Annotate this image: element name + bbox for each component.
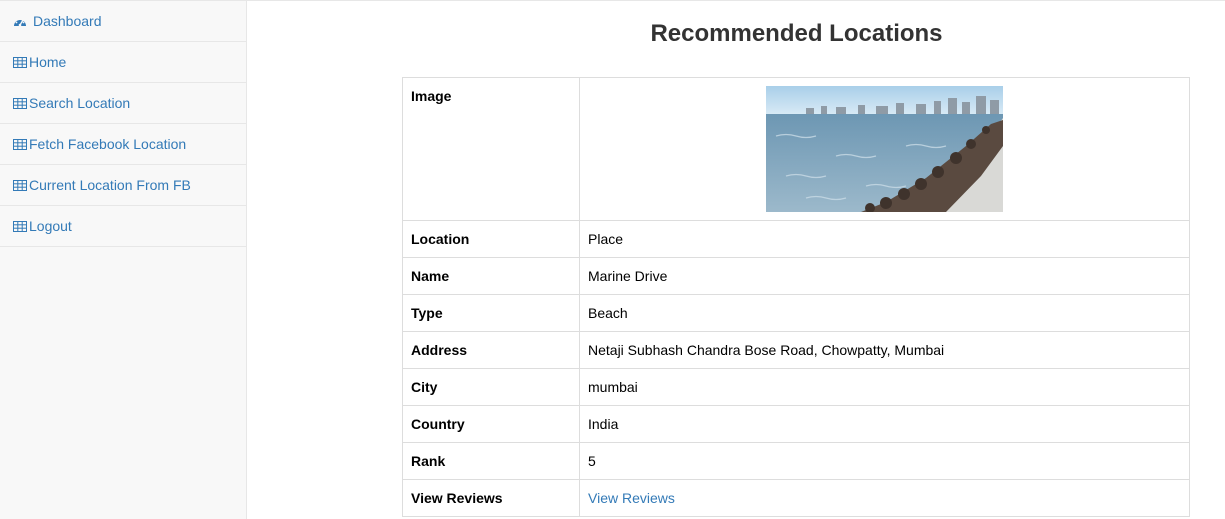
row-value (579, 77, 1190, 221)
sidebar-item-label: Fetch Facebook Location (29, 136, 187, 152)
table-icon (13, 56, 27, 68)
sidebar-item-fetch-facebook-location[interactable]: Fetch Facebook Location (0, 124, 246, 165)
row-label: Location (402, 220, 580, 258)
row-value: Marine Drive (579, 257, 1190, 295)
sidebar-item-label: Home (29, 54, 67, 70)
table-icon (13, 179, 27, 191)
sidebar-item-search-location[interactable]: Search Location (0, 83, 246, 124)
row-value: mumbai (579, 368, 1190, 406)
row-label: City (402, 368, 580, 406)
sidebar-item-logout[interactable]: Logout (0, 206, 246, 247)
row-label: Type (402, 294, 580, 332)
location-photo (766, 86, 1003, 212)
location-details-table: Image Location Place Name Marine Drive T… (402, 77, 1190, 517)
sidebar: Dashboard Home Search Location Fetch Fac… (0, 1, 247, 519)
table-row: View Reviews View Reviews (402, 479, 1190, 517)
row-value: India (579, 405, 1190, 443)
table-row: Rank 5 (402, 442, 1190, 480)
sidebar-item-dashboard[interactable]: Dashboard (0, 1, 246, 42)
row-value: 5 (579, 442, 1190, 480)
table-row: Image (402, 77, 1190, 221)
row-label: Country (402, 405, 580, 443)
table-icon (13, 138, 27, 150)
row-label: Rank (402, 442, 580, 480)
sidebar-item-label: Dashboard (33, 13, 102, 29)
table-row: City mumbai (402, 368, 1190, 406)
row-value: Beach (579, 294, 1190, 332)
row-label: Name (402, 257, 580, 295)
row-label: View Reviews (402, 479, 580, 517)
row-label: Address (402, 331, 580, 369)
table-row: Type Beach (402, 294, 1190, 332)
page-title: Recommended Locations (650, 20, 943, 47)
table-row: Country India (402, 405, 1190, 443)
sidebar-item-label: Current Location From FB (29, 177, 191, 193)
sidebar-item-current-location-from-fb[interactable]: Current Location From FB (0, 165, 246, 206)
sidebar-item-label: Logout (29, 218, 72, 234)
sidebar-item-home[interactable]: Home (0, 42, 246, 83)
row-value: View Reviews (579, 479, 1190, 517)
row-value: Netaji Subhash Chandra Bose Road, Chowpa… (579, 331, 1190, 369)
dashboard-icon (13, 15, 27, 27)
row-label: Image (402, 77, 580, 221)
table-icon (13, 97, 27, 109)
view-reviews-link[interactable]: View Reviews (588, 490, 675, 506)
table-row: Name Marine Drive (402, 257, 1190, 295)
table-icon (13, 220, 27, 232)
table-row: Location Place (402, 220, 1190, 258)
table-row: Address Netaji Subhash Chandra Bose Road… (402, 331, 1190, 369)
sidebar-item-label: Search Location (29, 95, 131, 111)
main-content: Recommended Locations Image Location Pla… (248, 1, 1225, 519)
row-value: Place (579, 220, 1190, 258)
